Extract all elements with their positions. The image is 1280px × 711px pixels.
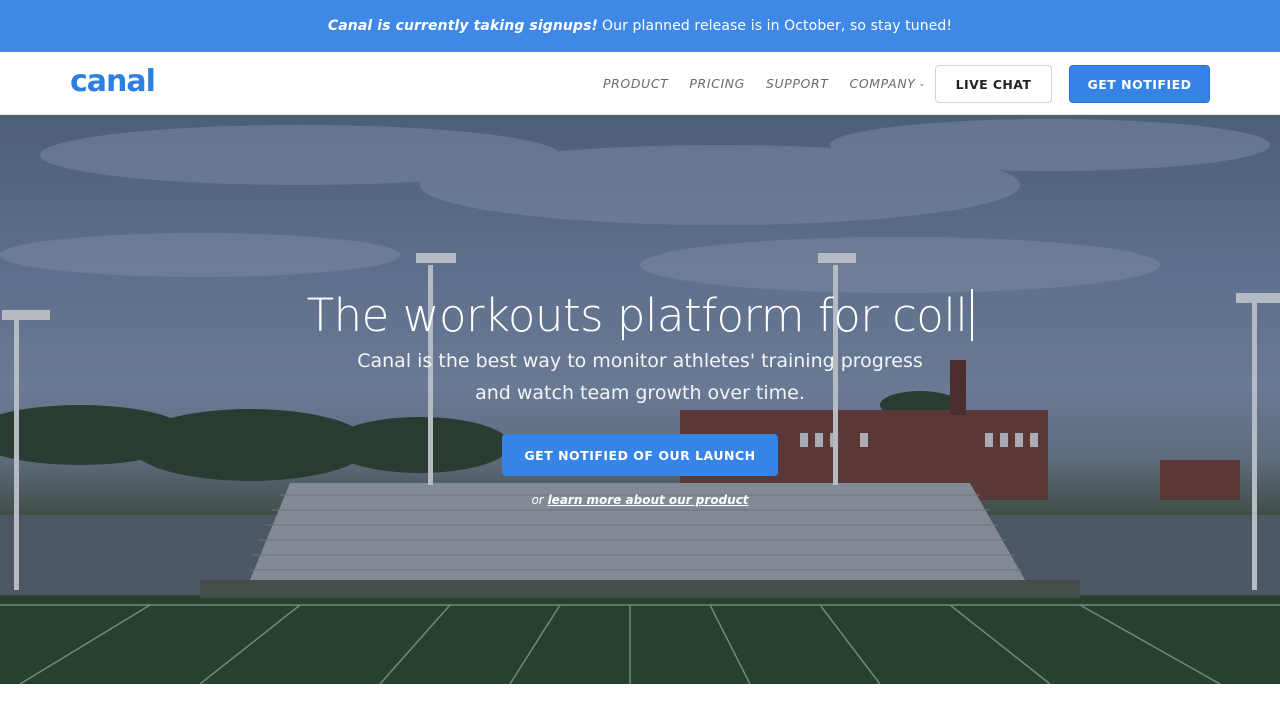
nav-product[interactable]: PRODUCT bbox=[603, 76, 668, 91]
learn-more-line: or learn more about our product bbox=[0, 493, 1280, 507]
hero-subline: Canal is the best way to monitor athlete… bbox=[340, 345, 940, 409]
announcement-strong: Canal is currently taking signups! bbox=[327, 18, 599, 34]
live-chat-button[interactable]: LIVE CHAT bbox=[935, 65, 1052, 103]
get-notified-button[interactable]: GET NOTIFIED bbox=[1069, 65, 1210, 103]
nav-support[interactable]: SUPPORT bbox=[766, 76, 829, 91]
nav-pricing[interactable]: PRICING bbox=[689, 76, 745, 91]
logo[interactable]: canal bbox=[70, 64, 156, 99]
launch-signup-button[interactable]: GET NOTIFIED OF OUR LAUNCH bbox=[502, 434, 778, 476]
hero-headline-text: The workouts platform for coll bbox=[306, 289, 968, 342]
hero-headline: The workouts platform for coll bbox=[0, 289, 1280, 342]
nav-company[interactable]: COMPANY ⌄ bbox=[850, 76, 926, 91]
hero-subline-2: and watch team growth over time. bbox=[475, 382, 805, 404]
hero-section: The workouts platform for coll Canal is … bbox=[0, 115, 1280, 684]
announcement-text: Our planned release is in October, so st… bbox=[602, 18, 953, 34]
hero-subline-1: Canal is the best way to monitor athlete… bbox=[357, 350, 923, 372]
or-text: or bbox=[531, 493, 544, 507]
nav-company-label: COMPANY bbox=[849, 76, 916, 91]
learn-more-link[interactable]: learn more about our product bbox=[548, 493, 749, 507]
announcement-bar: Canal is currently taking signups! Our p… bbox=[0, 0, 1280, 52]
nav-links: PRODUCT PRICING SUPPORT COMPANY ⌄ bbox=[603, 52, 947, 115]
chevron-down-icon: ⌄ bbox=[918, 79, 926, 88]
navbar: canal PRODUCT PRICING SUPPORT COMPANY ⌄ … bbox=[0, 52, 1280, 115]
typing-cursor bbox=[971, 289, 974, 341]
